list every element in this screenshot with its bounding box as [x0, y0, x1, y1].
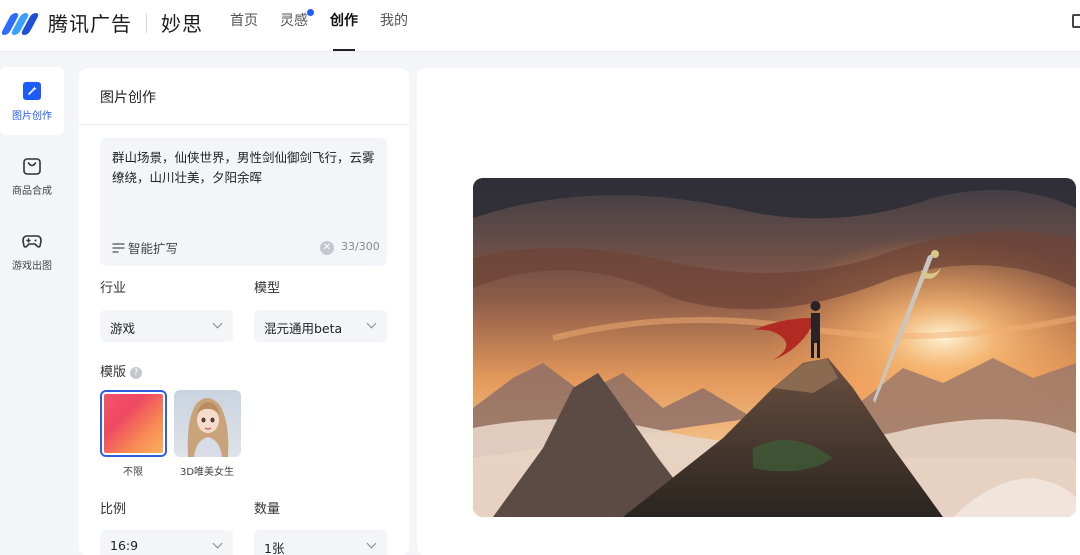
quantity-value: 1张 — [264, 541, 285, 555]
chevron-down-icon — [212, 318, 223, 329]
clear-icon[interactable]: ✕ — [320, 241, 334, 255]
nav-inspiration[interactable]: 灵感 — [280, 9, 314, 41]
prompt-input[interactable]: 群山场景，仙侠世界，男性剑仙御剑飞行，云雾缭绕，山川壮美，夕阳余晖 智能扩写 ✕… — [100, 138, 387, 266]
nav-create[interactable]: 创作 — [330, 11, 358, 51]
template-label: 模版 — [100, 365, 127, 380]
generated-image[interactable] — [473, 178, 1076, 517]
rail-item-image-create[interactable]: 图片创作 — [0, 67, 64, 135]
template-thumbnail — [102, 392, 165, 455]
template-3d-girl[interactable] — [174, 390, 241, 457]
prompt-text[interactable]: 群山场景，仙侠世界，男性剑仙御剑飞行，云雾缭绕，山川壮美，夕阳余晖 — [112, 148, 378, 188]
left-rail: 图片创作 商品合成 游戏出图 — [0, 52, 66, 555]
chevron-down-icon — [212, 538, 223, 549]
top-bar: 腾讯广告 妙思 首页 灵感 创作 我的 — [0, 0, 1080, 52]
logo-divider — [146, 12, 147, 33]
tencent-ads-logo-icon — [0, 9, 42, 37]
notification-dot — [307, 9, 314, 16]
model-label: 模型 — [254, 281, 281, 296]
smart-expand-button[interactable]: 智能扩写 — [112, 238, 178, 257]
model-value: 混元通用beta — [264, 321, 343, 336]
logo[interactable]: 腾讯广告 妙思 — [0, 8, 203, 37]
rail-item-game-image[interactable]: 游戏出图 — [0, 217, 64, 285]
template-caption: 不限 — [123, 467, 143, 478]
ratio-value: 16:9 — [110, 538, 139, 553]
chevron-down-icon — [366, 538, 377, 549]
image-create-panel: 图片创作 群山场景，仙侠世界，男性剑仙御剑飞行，云雾缭绕，山川壮美，夕阳余晖 智… — [79, 68, 409, 555]
text-expand-icon — [112, 242, 125, 253]
chevron-down-icon — [366, 318, 377, 329]
nav-home[interactable]: 首页 — [230, 11, 258, 41]
char-counter: 33/300 — [341, 240, 380, 253]
ratio-label: 比例 — [100, 502, 127, 517]
home-icon[interactable] — [1072, 14, 1080, 28]
ratio-select[interactable]: 16:9 — [100, 530, 233, 555]
rail-label: 商品合成 — [12, 185, 52, 197]
template-label-row: 模版? — [100, 361, 143, 380]
divider — [79, 124, 409, 125]
industry-value: 游戏 — [110, 321, 136, 336]
nav-mine[interactable]: 我的 — [380, 11, 408, 41]
shopping-bag-icon — [23, 157, 41, 175]
template-unlimited[interactable] — [100, 390, 167, 457]
model-select[interactable]: 混元通用beta — [254, 310, 387, 342]
template-thumbnail — [174, 390, 241, 457]
rail-label: 图片创作 — [12, 110, 52, 122]
preview-canvas — [417, 68, 1080, 555]
product-name: 妙思 — [161, 12, 203, 36]
quantity-select[interactable]: 1张 — [254, 530, 387, 555]
panel-title: 图片创作 — [100, 90, 156, 106]
portrait-thumbnail — [187, 398, 229, 457]
industry-select[interactable]: 游戏 — [100, 310, 233, 342]
help-icon[interactable]: ? — [130, 367, 143, 379]
rail-label: 游戏出图 — [12, 260, 52, 272]
quantity-label: 数量 — [254, 502, 281, 517]
smart-expand-label: 智能扩写 — [128, 241, 179, 256]
rail-item-product-compose[interactable]: 商品合成 — [0, 142, 64, 210]
top-nav: 首页 灵感 创作 我的 — [230, 9, 430, 51]
image-create-icon — [23, 81, 41, 100]
gamepad-icon — [22, 234, 42, 248]
generated-artwork — [473, 178, 1076, 517]
brand-name: 腾讯广告 — [48, 12, 132, 36]
industry-label: 行业 — [100, 281, 127, 296]
template-caption: 3D唯美女生 — [179, 467, 235, 478]
